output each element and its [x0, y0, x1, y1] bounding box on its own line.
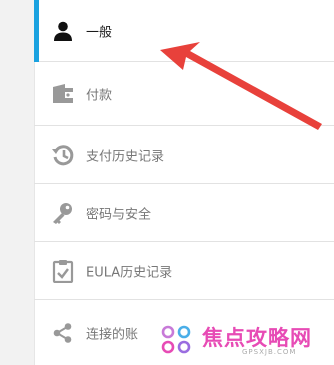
watermark-domain: GPSXJB.COM [242, 348, 297, 356]
watermark-logo-icon [161, 325, 191, 354]
annotation-arrow [160, 42, 322, 130]
watermark: 焦点攻略网 GPSXJB.COM [160, 322, 334, 365]
